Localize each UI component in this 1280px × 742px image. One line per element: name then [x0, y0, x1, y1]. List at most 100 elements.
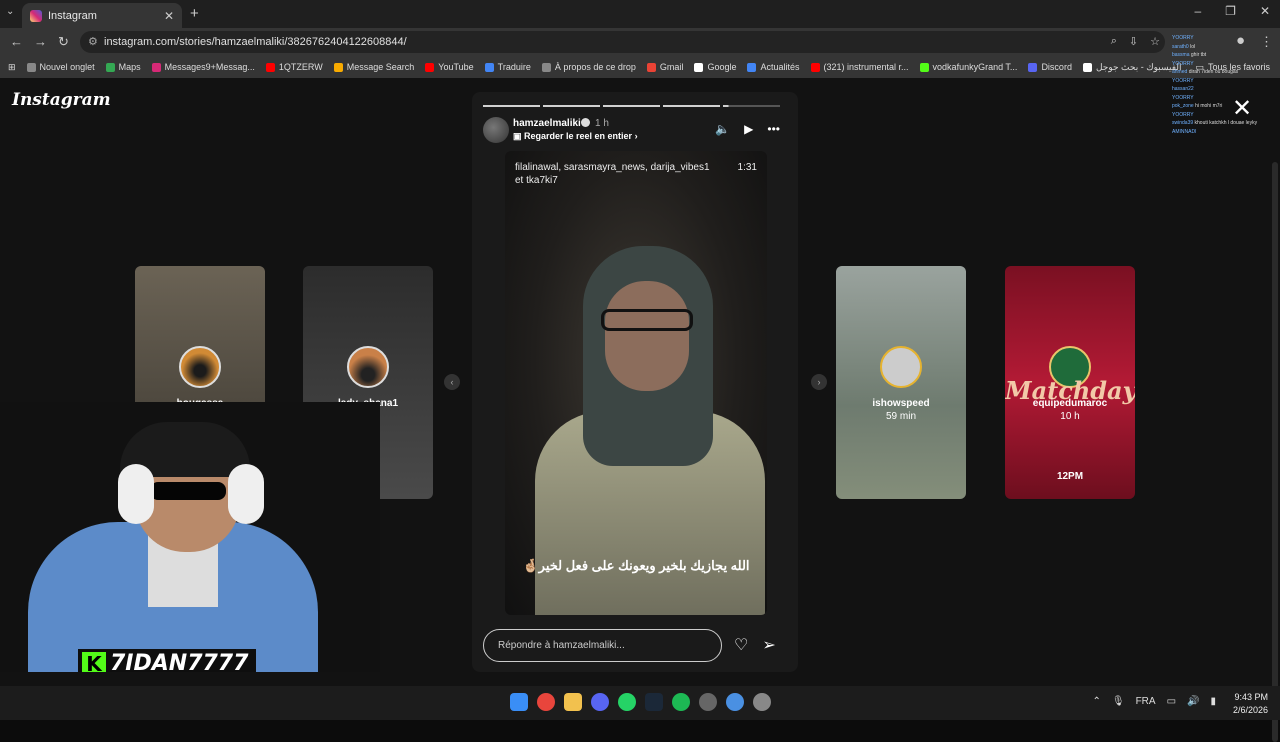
bookmark-item[interactable]: À propos de ce drop [541, 62, 636, 72]
story-video[interactable]: filalinawal, sarasmayra_news, darija_vib… [505, 151, 767, 615]
start-icon[interactable] [510, 693, 528, 711]
play-icon[interactable]: ▶ [744, 122, 753, 136]
previous-story-icon[interactable]: ‹ [444, 374, 460, 390]
url-field[interactable]: ⚙ instagram.com/stories/hamzaelmaliki/38… [80, 31, 1165, 53]
chat-line: pok_zone hi mohi m7ri [1172, 103, 1223, 109]
address-bar-row: ← → ↻ ⚙ instagram.com/stories/hamzaelmal… [0, 28, 1280, 56]
whatsapp-icon[interactable] [618, 693, 636, 711]
bookmark-item[interactable]: Maps [105, 62, 141, 72]
instagram-icon [151, 62, 161, 72]
side-story-ishowspeed[interactable]: ishowspeed 59 min [836, 266, 966, 499]
speaker-icon[interactable]: 🔊 [1187, 696, 1199, 707]
minimize-icon[interactable]: – [1194, 4, 1201, 18]
story-time: 10 h [1060, 411, 1080, 422]
verified-badge-icon [581, 118, 590, 127]
youtube-icon [425, 62, 435, 72]
bookmark-item[interactable]: Messages9+Messag... [151, 62, 255, 72]
taskbar-clock[interactable]: 9:43 PM 2/6/2026 [1233, 691, 1268, 717]
bookmark-item[interactable]: Message Search [333, 62, 414, 72]
chrome-icon[interactable] [537, 693, 555, 711]
side-story-equipedumaroc[interactable]: Matchday equipedumaroc 10 h 12PM [1005, 266, 1135, 499]
more-options-icon[interactable]: ••• [767, 122, 780, 136]
bookmark-item[interactable]: YouTube [425, 62, 474, 72]
zoom-icon[interactable]: ⌕ [1111, 35, 1117, 48]
send-icon[interactable]: ➢ [762, 635, 775, 655]
microphone-icon[interactable]: 🎙 [1112, 696, 1125, 707]
google-icon [1082, 62, 1092, 72]
story-username[interactable]: hamzaelmaliki [513, 118, 581, 129]
bookmark-item[interactable]: Traduire [484, 62, 531, 72]
reply-input[interactable]: Répondre à hamzaelmaliki... [483, 629, 722, 662]
watch-full-reel-link[interactable]: ▣ Regarder le reel en entier › [513, 131, 638, 142]
youtube-icon [810, 62, 820, 72]
reload-icon[interactable]: ↻ [58, 34, 69, 50]
video-figure-face [605, 281, 689, 391]
discord-icon[interactable] [591, 693, 609, 711]
site-info-icon[interactable]: ⚙ [88, 35, 98, 48]
chat-line: hassan22 [1172, 86, 1194, 92]
steam-icon[interactable] [645, 693, 663, 711]
volume-icon[interactable]: 🔈 [715, 122, 730, 136]
next-story-icon[interactable]: › [811, 374, 827, 390]
bookmark-item[interactable]: الفيسبوك - بحث جوجل [1082, 62, 1182, 73]
bookmark-icon [26, 62, 36, 72]
instagram-favicon-icon [30, 9, 42, 22]
bookmarks-bar: ⊞ Nouvel onglet Maps Messages9+Messag...… [0, 56, 1280, 78]
story-avatar [347, 346, 389, 388]
bookmark-item[interactable]: vodkafunkyGrand T... [919, 62, 1017, 72]
google-icon [694, 62, 704, 72]
star-icon[interactable]: ☆ [1150, 35, 1160, 48]
chrome-profile-icon[interactable] [726, 693, 744, 711]
install-icon[interactable]: ⇩ [1129, 35, 1138, 48]
story-time: 1 h [595, 118, 609, 129]
bookmark-item[interactable]: Nouvel onglet [26, 62, 95, 72]
progress-segment-current [723, 105, 780, 107]
story-username: equipedumaroc [1032, 398, 1108, 409]
back-icon[interactable]: ← [10, 34, 23, 49]
window-controls: – ❐ ✕ [1194, 4, 1270, 18]
chat-line: YOORRY [1172, 111, 1194, 118]
maps-icon [105, 62, 115, 72]
bookmark-item[interactable]: Google [694, 62, 736, 72]
bookmark-item[interactable]: Actualités [747, 62, 800, 72]
stream-chat-overlay: YOORRY sarath0 lol bassma ghir tbt YOORR… [1172, 34, 1280, 169]
story-avatar[interactable] [483, 117, 509, 143]
browser-tab-bar: ⌄ Instagram ✕ + – ❐ ✕ [0, 0, 1280, 28]
kickoff-time: 12PM [1056, 471, 1084, 482]
youtube-icon [265, 62, 275, 72]
windows-taskbar: ⌃ 🎙 FRA ▭ 🔊 ▮ 9:43 PM 2/6/2026 [0, 686, 1280, 720]
clock-time: 9:43 PM [1234, 692, 1268, 702]
kick-icon [919, 62, 929, 72]
language-indicator[interactable]: FRA [1136, 696, 1156, 707]
file-explorer-icon[interactable] [564, 693, 582, 711]
battery-icon[interactable]: ▮ [1210, 696, 1216, 707]
tab-instagram[interactable]: Instagram ✕ [22, 3, 182, 28]
like-heart-icon[interactable]: ♡ [734, 635, 748, 655]
reel-icon: ▣ [513, 131, 525, 141]
page-scrollbar[interactable] [1272, 162, 1278, 742]
tray-chevron-icon[interactable]: ⌃ [1092, 696, 1100, 707]
bookmark-item[interactable]: Gmail [646, 62, 683, 72]
network-icon[interactable]: ▭ [1167, 696, 1176, 707]
chat-line: AMINNADI [1172, 128, 1197, 135]
settings-icon[interactable] [753, 693, 771, 711]
apps-icon[interactable]: ⊞ [8, 62, 16, 73]
globe-icon [541, 62, 551, 72]
story-actions: ♡ ➢ [734, 635, 776, 655]
restore-icon[interactable]: ❐ [1225, 4, 1236, 18]
chat-line: bassma ghir tbt [1172, 52, 1207, 58]
obs-icon[interactable] [699, 693, 717, 711]
instagram-logo[interactable]: Instagram [12, 90, 111, 110]
system-tray: ⌃ 🎙 FRA ▭ 🔊 ▮ [1092, 696, 1216, 707]
close-window-icon[interactable]: ✕ [1260, 4, 1270, 18]
new-tab-button[interactable]: + [190, 5, 199, 22]
headphones-left [118, 464, 154, 524]
bookmark-item[interactable]: Discord [1028, 62, 1072, 72]
bookmark-item[interactable]: (321) instrumental r... [810, 62, 909, 72]
spotify-icon[interactable] [672, 693, 690, 711]
bookmark-item[interactable]: 1QTZERW [265, 62, 323, 72]
forward-icon[interactable]: → [34, 34, 47, 49]
close-tab-icon[interactable]: ✕ [164, 9, 174, 23]
chevron-down-icon[interactable]: ⌄ [6, 6, 14, 17]
news-icon [747, 62, 757, 72]
